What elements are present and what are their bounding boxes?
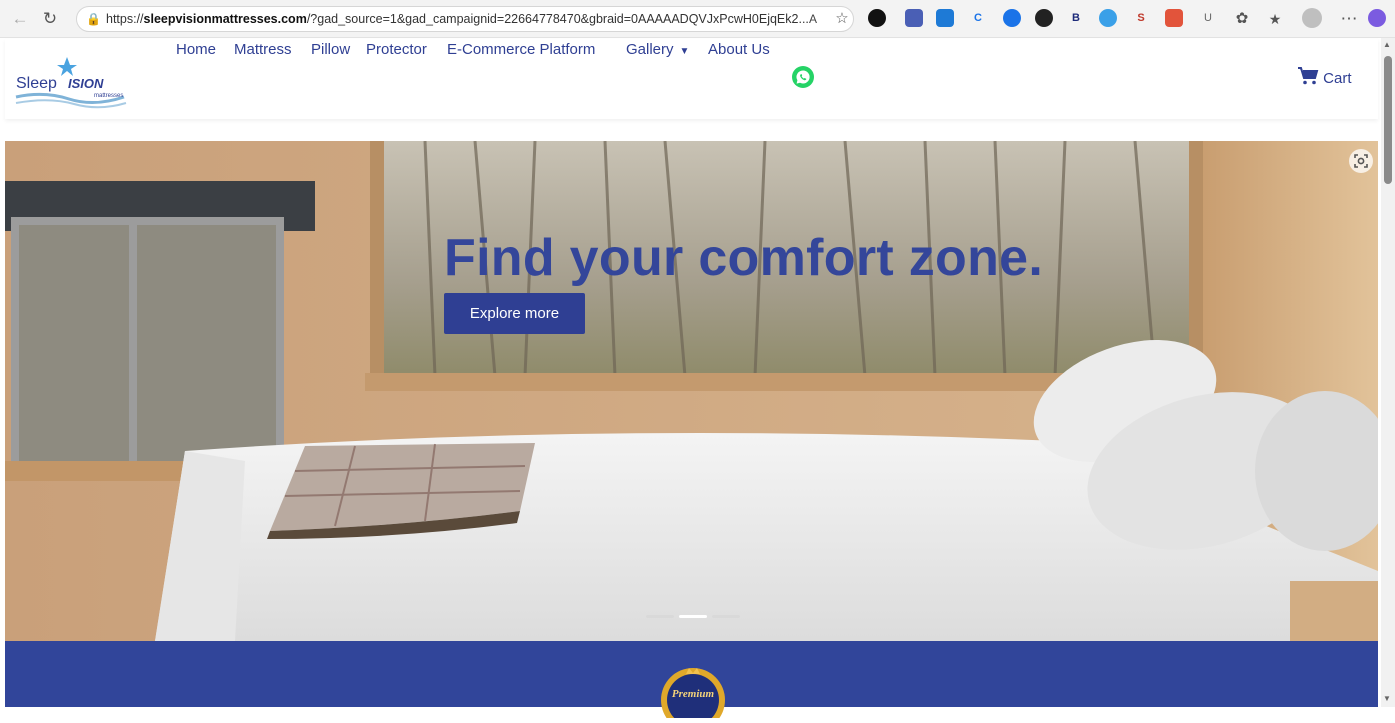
- extension-icon[interactable]: B: [1067, 9, 1085, 27]
- carousel-indicator-1[interactable]: [646, 615, 674, 618]
- logo-text-vision: ISION: [68, 76, 104, 91]
- badge-label: Premium: [671, 688, 715, 700]
- extension-icon[interactable]: [868, 9, 886, 27]
- nav-ecommerce-platform[interactable]: E-Commerce Platform: [447, 39, 595, 61]
- address-bar[interactable]: 🔒 https://sleepvisionmattresses.com/?gad…: [76, 6, 854, 32]
- nav-mattress[interactable]: Mattress: [234, 39, 292, 61]
- whatsapp-glyph: [796, 70, 810, 84]
- extension-icon[interactable]: C: [969, 9, 987, 27]
- carousel-indicator-2-active[interactable]: [679, 615, 707, 618]
- hero-headline: Find your comfort zone.: [444, 229, 1044, 287]
- back-icon[interactable]: ←: [10, 9, 30, 29]
- cart-label: Cart: [1323, 70, 1352, 87]
- extension-icon[interactable]: [1099, 9, 1117, 27]
- hero-background-scene: [5, 141, 1378, 641]
- browser-toolbar: ← ↻ 🔒 https://sleepvisionmattresses.com/…: [0, 0, 1395, 38]
- nav-pillow[interactable]: Pillow: [311, 39, 350, 61]
- caret-down-icon: ▼: [679, 46, 690, 57]
- carousel-indicator-3[interactable]: [712, 615, 740, 618]
- visual-search-glyph: [1354, 154, 1368, 168]
- cart-link[interactable]: Cart: [1297, 66, 1352, 88]
- logo-text-sleep: Sleep: [16, 75, 57, 92]
- extension-icon[interactable]: S: [1132, 9, 1150, 27]
- favorite-star-icon[interactable]: ☆: [832, 9, 852, 29]
- more-menu-icon[interactable]: ⋯: [1339, 9, 1359, 29]
- hero-banner-image: [5, 141, 1378, 641]
- scroll-down-icon[interactable]: ▼: [1383, 694, 1391, 703]
- nav-about-us[interactable]: About Us: [708, 39, 770, 61]
- nav-protector[interactable]: Protector: [366, 39, 427, 61]
- scroll-up-icon[interactable]: ▲: [1383, 40, 1391, 49]
- extension-icon[interactable]: U: [1199, 9, 1217, 27]
- read-aloud-icon[interactable]: A: [803, 9, 823, 29]
- site-logo[interactable]: Sleep ISION mattresses: [14, 53, 134, 111]
- url-text: https://sleepvisionmattresses.com/?gad_s…: [106, 12, 809, 26]
- whatsapp-icon[interactable]: [792, 66, 814, 88]
- favorites-icon[interactable]: ★: [1265, 9, 1285, 29]
- profile-avatar[interactable]: [1302, 8, 1322, 28]
- explore-more-button[interactable]: Explore more: [444, 293, 585, 334]
- nav-gallery[interactable]: Gallery ▼: [626, 39, 689, 63]
- extension-icon[interactable]: [936, 9, 954, 27]
- extension-icon[interactable]: [905, 9, 923, 27]
- nav-gallery-label: Gallery: [626, 41, 674, 58]
- copilot-icon[interactable]: [1368, 9, 1386, 27]
- premium-quality-badge: Premium: [652, 658, 734, 723]
- refresh-icon[interactable]: ↻: [40, 9, 60, 29]
- extension-icon[interactable]: [1165, 9, 1183, 27]
- visual-search-icon[interactable]: [1349, 149, 1373, 173]
- cart-icon: [1297, 66, 1319, 93]
- logo-subtext: mattresses: [94, 93, 124, 99]
- extension-icon[interactable]: [1035, 9, 1053, 27]
- lock-icon: 🔒: [86, 12, 101, 26]
- site-header: Sleep ISION mattresses Home Mattress Pil…: [5, 39, 1378, 119]
- extension-icon[interactable]: [1003, 9, 1021, 27]
- nav-home[interactable]: Home: [176, 39, 216, 61]
- scrollbar-thumb[interactable]: [1384, 56, 1392, 184]
- extensions-puzzle-icon[interactable]: ✿: [1232, 9, 1252, 29]
